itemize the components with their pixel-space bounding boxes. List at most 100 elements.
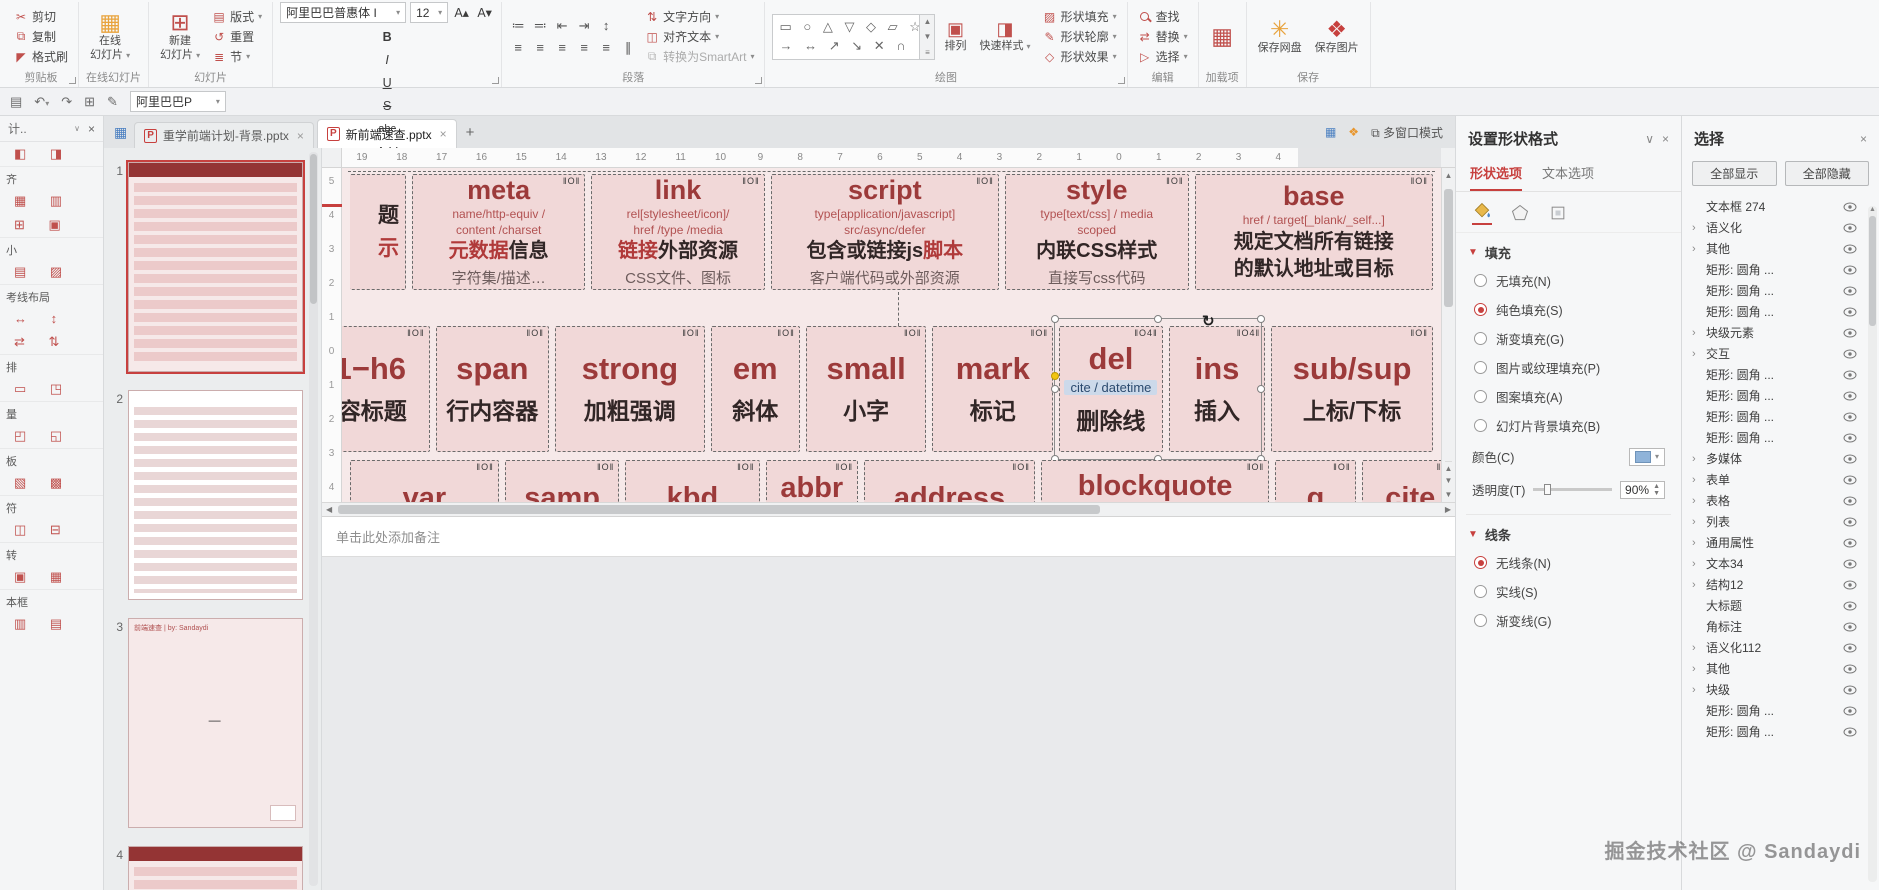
- selection-list-item[interactable]: 大标题: [1682, 595, 1879, 616]
- selection-list-item[interactable]: 角标注: [1682, 616, 1879, 637]
- save-cloud-button[interactable]: ✳ 保存网盘: [1254, 16, 1306, 57]
- selection-list-item[interactable]: 矩形: 圆角 ...: [1682, 700, 1879, 721]
- tag-card[interactable]: ‖O‖ meta name/http-equiv / content /char…: [412, 174, 586, 290]
- text-direction-button[interactable]: ⇅ 文字方向 ▾: [642, 8, 757, 25]
- window-icon[interactable]: ⊞: [84, 94, 95, 110]
- apps-icon[interactable]: ❖: [1348, 125, 1359, 139]
- dialog-launcher-icon[interactable]: [755, 77, 763, 84]
- bullets-icon[interactable]: ≔: [509, 17, 527, 35]
- selection-list-item[interactable]: › 语义化: [1682, 217, 1879, 238]
- close-icon[interactable]: ×: [1860, 132, 1867, 146]
- tag-card[interactable]: ‖O‖ em 斜体: [710, 326, 800, 452]
- left-strip-item[interactable]: 排: [0, 354, 103, 377]
- dialog-launcher-icon[interactable]: [1117, 77, 1125, 84]
- fill-option-radio[interactable]: 图案填充(A): [1456, 382, 1681, 411]
- replace-button[interactable]: ⇄ 替换 ▾: [1135, 28, 1191, 45]
- font-style-button[interactable]: I: [280, 50, 494, 69]
- visibility-eye-icon[interactable]: [1843, 244, 1857, 254]
- left-strip-item[interactable]: 量: [0, 401, 103, 424]
- multi-window-button[interactable]: ⧉ 多窗口模式: [1371, 124, 1443, 141]
- line-section-header[interactable]: ▼ 线条: [1456, 515, 1681, 548]
- left-strip-item[interactable]: ◧ ◨: [0, 142, 103, 166]
- edit-icon[interactable]: ✎: [107, 94, 118, 110]
- tag-card[interactable]: ‖O4‖ ins 插入: [1168, 326, 1266, 452]
- fill-option-radio[interactable]: 幻灯片背景填充(B): [1456, 411, 1681, 440]
- line-spacing-icon[interactable]: ↕: [597, 17, 615, 35]
- visibility-eye-icon[interactable]: [1843, 433, 1857, 443]
- tag-card[interactable]: ‖O‖ small 小字: [805, 326, 927, 452]
- expand-arrow-icon[interactable]: ›: [1692, 579, 1701, 591]
- visibility-eye-icon[interactable]: [1843, 307, 1857, 317]
- fill-option-radio[interactable]: 图片或纹理填充(P): [1456, 353, 1681, 382]
- font-style-button[interactable]: S: [280, 96, 494, 115]
- scrollbar-thumb[interactable]: [1444, 189, 1453, 307]
- expand-arrow-icon[interactable]: ›: [1692, 453, 1701, 465]
- tag-card[interactable]: ‖O4‖ del cite / datetime 删除线: [1059, 326, 1163, 452]
- selection-list-item[interactable]: 文本框 274: [1682, 196, 1879, 217]
- shape-effects-button[interactable]: ◇ 形状效果 ▾: [1040, 48, 1120, 65]
- selection-list-item[interactable]: › 列表: [1682, 511, 1879, 532]
- selection-handle[interactable]: [1154, 315, 1162, 323]
- thumbnails-scrollbar[interactable]: [309, 152, 318, 886]
- left-strip-item[interactable]: ▧ ▩: [0, 471, 103, 495]
- show-all-button[interactable]: 全部显示: [1692, 161, 1777, 186]
- visibility-eye-icon[interactable]: [1843, 454, 1857, 464]
- left-strip-item[interactable]: ↔ ↕: [0, 307, 103, 330]
- tab-text-options[interactable]: 文本选项: [1542, 157, 1594, 191]
- visibility-eye-icon[interactable]: [1843, 223, 1857, 233]
- selection-list-item[interactable]: › 块级: [1682, 679, 1879, 700]
- selection-list-item[interactable]: › 交互: [1682, 343, 1879, 364]
- font-style-button[interactable]: abc: [280, 119, 494, 138]
- clipped-card[interactable]: 题 示: [350, 174, 406, 290]
- visibility-eye-icon[interactable]: [1843, 475, 1857, 485]
- previous-slide-button[interactable]: ▲: [1445, 464, 1453, 473]
- vertical-scrollbar[interactable]: ▲ ▲ ▼ ▼: [1441, 168, 1455, 502]
- visibility-eye-icon[interactable]: [1843, 559, 1857, 569]
- notes-pane[interactable]: 单击此处添加备注: [322, 515, 1455, 556]
- left-strip-item[interactable]: ◰ ◱: [0, 424, 103, 448]
- fill-paint-bucket-icon[interactable]: [1472, 201, 1492, 225]
- selection-list-item[interactable]: 矩形: 圆角 ...: [1682, 385, 1879, 406]
- dialog-launcher-icon[interactable]: [69, 77, 77, 84]
- selection-list-item[interactable]: › 文本34: [1682, 553, 1879, 574]
- chevron-down-icon[interactable]: ∨: [1645, 132, 1654, 146]
- expand-arrow-icon[interactable]: ›: [1692, 348, 1701, 360]
- left-strip-item[interactable]: 齐: [0, 166, 103, 189]
- quick-font-select[interactable]: 阿里巴巴P ▾: [129, 91, 226, 112]
- visibility-eye-icon[interactable]: [1843, 328, 1857, 338]
- horizontal-scrollbar[interactable]: ◀ ▶: [322, 501, 1455, 516]
- left-strip-item[interactable]: ▣ ▦: [0, 565, 103, 589]
- visibility-eye-icon[interactable]: [1843, 601, 1857, 611]
- increase-indent-icon[interactable]: ⇥: [575, 17, 593, 35]
- align-center-icon[interactable]: ≡: [531, 39, 549, 57]
- scroll-left-icon[interactable]: ◀: [322, 505, 336, 514]
- panel-scrollbar[interactable]: ▲: [1868, 206, 1877, 882]
- slide-thumbnail-2[interactable]: [128, 390, 303, 600]
- align-left-icon[interactable]: ≡: [509, 39, 527, 57]
- expand-arrow-icon[interactable]: ›: [1692, 495, 1701, 507]
- smartart-button[interactable]: ⧉ 转换为SmartArt ▾: [642, 48, 757, 65]
- selection-list-item[interactable]: › 多媒体: [1682, 448, 1879, 469]
- expand-arrow-icon[interactable]: ›: [1692, 222, 1701, 234]
- selection-list-item[interactable]: › 其他: [1682, 658, 1879, 679]
- tag-card[interactable]: ‖O‖ samp 样本: [504, 460, 620, 502]
- fill-option-radio[interactable]: 渐变填充(G): [1456, 324, 1681, 353]
- align-right-icon[interactable]: ≡: [553, 39, 571, 57]
- find-button[interactable]: 查找: [1135, 8, 1191, 25]
- expand-arrow-icon[interactable]: ›: [1692, 558, 1701, 570]
- tag-card[interactable]: ‖O‖ q 短引用: [1275, 460, 1356, 502]
- transparency-slider[interactable]: [1533, 484, 1613, 495]
- visibility-eye-icon[interactable]: [1843, 265, 1857, 275]
- shape-gallery[interactable]: ▭ ○ △ ▽ ◇ ▱ ☆ → ↔ ↗ ↘ ✕ ∩: [772, 13, 921, 60]
- selection-list-item[interactable]: › 表单: [1682, 469, 1879, 490]
- left-strip-item[interactable]: ▥ ▤: [0, 612, 103, 636]
- shape-outline-button[interactable]: ✎ 形状轮廓 ▾: [1040, 28, 1120, 45]
- tab-shape-options[interactable]: 形状选项: [1470, 157, 1523, 191]
- online-slides-button[interactable]: ▦ 在线 幻灯片 ▾: [86, 9, 134, 64]
- section-button[interactable]: ≣ 节 ▾: [209, 48, 265, 65]
- selection-list-item[interactable]: 矩形: 圆角 ...: [1682, 721, 1879, 742]
- selection-handle[interactable]: [1257, 315, 1265, 323]
- tag-card[interactable]: ‖O‖ address 联系/邮箱: [864, 460, 1035, 502]
- copy-button[interactable]: ⧉ 复制: [11, 28, 71, 45]
- expand-arrow-icon[interactable]: ›: [1692, 327, 1701, 339]
